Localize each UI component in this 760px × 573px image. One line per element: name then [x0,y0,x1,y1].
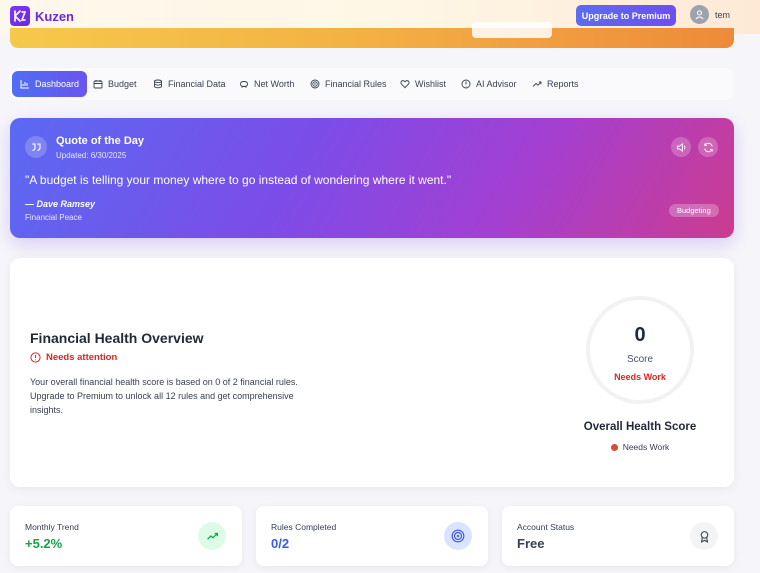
stat-value: 0/2 [271,536,290,551]
calendar-icon [93,80,103,89]
quote-card: Quote of the Day Updated: 6/30/2025 "A b… [10,118,734,238]
tab-label: Dashboard [35,79,80,89]
stat-value: Free [517,536,545,551]
tab-label: Budget [108,79,137,89]
health-title: Financial Health Overview [30,330,204,346]
banner-button[interactable] [472,22,552,38]
overall-status-text: Needs Work [622,442,670,452]
refresh-quote-button[interactable] [698,137,718,157]
tab-dashboard[interactable]: Dashboard [12,71,88,97]
trend-up-icon [532,81,542,87]
overall-health-title: Overall Health Score [583,421,697,433]
tab-label: Reports [547,79,579,89]
award-icon [690,522,718,550]
score-grade: Needs Work [614,372,666,382]
user-menu[interactable]: tem [690,5,730,24]
tab-budget[interactable]: Budget [85,71,145,97]
kuzen-logo-icon [10,6,30,26]
trend-up-icon [198,522,226,550]
quote-updated: Updated: 6/30/2025 [56,151,127,160]
status-dot-icon [610,443,618,451]
tab-net-worth[interactable]: Net Worth [231,71,302,97]
piggy-bank-icon [240,81,248,88]
tab-label: Wishlist [415,79,446,89]
score-ring: 0 Score Needs Work [586,296,694,404]
main-nav: Dashboard Budget Financial Data Net Wort… [10,68,734,100]
user-avatar-icon [690,5,709,24]
speaker-icon [676,142,685,152]
health-status: Needs attention [30,352,117,363]
health-status-text: Needs attention [46,352,118,363]
quote-source: Financial Peace [25,213,82,222]
score-label: Score [626,354,654,365]
brand-name: Kuzen [35,8,74,24]
alert-circle-icon [30,352,41,363]
bar-chart-icon [20,80,29,89]
quote-title: Quote of the Day [56,135,145,147]
financial-health-card: Financial Health Overview Needs attentio… [10,258,734,487]
tab-financial-rules[interactable]: Financial Rules [302,71,395,97]
target-icon [310,79,320,89]
account-status-card[interactable]: Account Status Free [502,506,734,566]
tab-label: Net Worth [254,79,295,89]
ai-icon [461,79,471,89]
overall-health-status: Needs Work [570,442,710,452]
target-icon [444,522,472,550]
health-description: Your overall financial health score is b… [30,377,298,415]
tab-reports[interactable]: Reports [524,71,587,97]
score-value: 0 [634,324,646,346]
brand[interactable]: Kuzen [10,6,74,26]
upgrade-premium-button[interactable]: Upgrade to Premium [576,5,676,26]
heart-icon [400,80,410,89]
refresh-icon [703,142,713,152]
quote-author: — Dave Ramsey [25,199,96,209]
stat-label: Account Status [517,522,575,532]
rules-completed-card[interactable]: Rules Completed 0/2 [256,506,488,566]
tab-ai-advisor[interactable]: AI Advisor [453,71,525,97]
tab-financial-data[interactable]: Financial Data [145,71,234,97]
promo-banner [10,22,734,48]
database-icon [154,79,162,89]
stat-value: +5.2% [25,536,63,551]
quote-text: "A budget is telling your money where to… [25,173,452,187]
stat-label: Rules Completed [271,522,337,532]
tab-label: AI Advisor [476,79,517,89]
stat-label: Monthly Trend [25,522,79,532]
user-name: tem [715,9,731,20]
tab-wishlist[interactable]: Wishlist [392,71,454,97]
read-aloud-button[interactable] [671,137,691,157]
tab-label: Financial Data [168,79,226,89]
quote-category-tag: Budgeting [669,204,719,217]
monthly-trend-card[interactable]: Monthly Trend +5.2% [10,506,242,566]
quote-icon [25,136,47,158]
tab-label: Financial Rules [325,79,387,89]
